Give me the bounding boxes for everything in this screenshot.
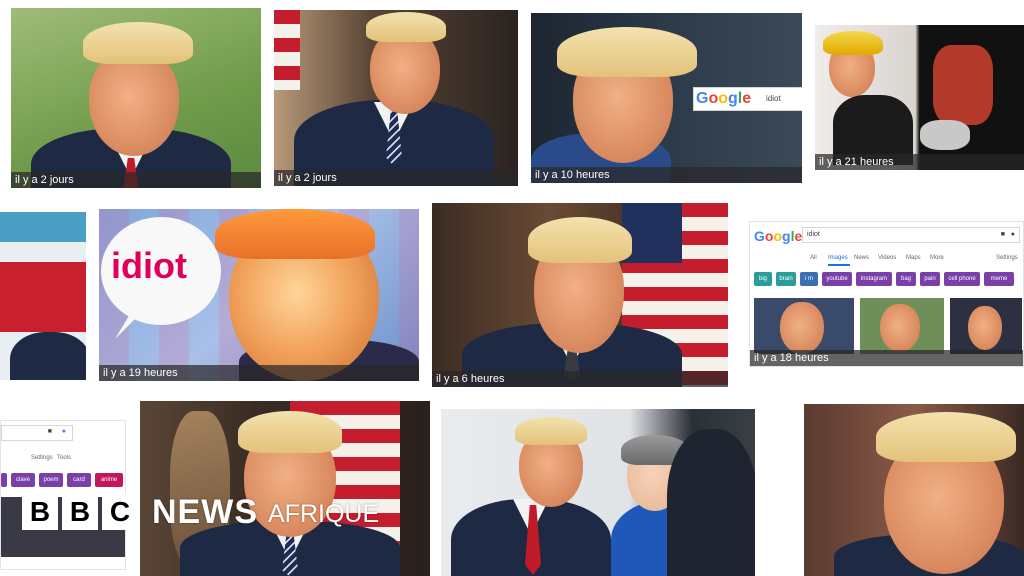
nav-more[interactable]: More (930, 255, 944, 261)
search-query: idiot (766, 94, 781, 103)
result-tile-1[interactable]: il y a 2 jours (11, 8, 261, 188)
punk-photo (815, 25, 1024, 170)
chip[interactable]: anime (95, 473, 123, 487)
result-tile-4[interactable]: il y a 21 heures (815, 25, 1024, 170)
trump-photo (804, 404, 1024, 576)
thumbnail (950, 298, 1022, 354)
chip[interactable]: clave (11, 473, 35, 487)
chip[interactable]: brain (776, 272, 796, 286)
search-input[interactable]: ■ ● (1, 425, 73, 441)
result-tile-6[interactable]: il y a 6 heures (432, 203, 728, 387)
bbc-news-afrique-logo: B B C NEWS AFRIQUE (22, 493, 379, 531)
result-time: il y a 18 heures (750, 350, 1023, 366)
nav-settings[interactable]: Settings (996, 255, 1018, 261)
camera-icon[interactable]: ■ (1001, 228, 1005, 242)
chip[interactable]: pain (920, 272, 940, 286)
partial-photo (0, 212, 86, 380)
result-time: il y a 19 heures (99, 365, 419, 381)
google-results-screenshot: Google idiot ■ ● All Images News Videos … (750, 222, 1023, 366)
result-time: il y a 6 heures (432, 371, 728, 387)
chip[interactable]: meme (984, 272, 1014, 286)
trump-photo (140, 401, 430, 576)
trump-photo (11, 8, 261, 188)
bbc-region-text: AFRIQUE (268, 499, 380, 528)
speech-bubble-text: idiot (111, 245, 187, 286)
result-tile-8[interactable] (140, 401, 430, 576)
result-tile-9[interactable] (441, 409, 755, 576)
nav-all[interactable]: All (810, 255, 817, 261)
camera-icon[interactable]: ■ (48, 428, 52, 435)
bbc-news-text: NEWS (152, 493, 258, 531)
result-time: il y a 2 jours (11, 172, 261, 188)
search-icon[interactable]: ● (62, 428, 66, 435)
result-time: il y a 10 heures (531, 167, 802, 183)
thumbnail (860, 298, 944, 354)
search-input[interactable]: Google idiot (693, 87, 802, 111)
bbc-letter: C (102, 494, 138, 530)
chip[interactable]: card (67, 473, 91, 487)
trump-photo (274, 10, 518, 186)
result-tile-3[interactable]: Google idiot il y a 10 heures (531, 13, 802, 183)
google-logo: Google (696, 90, 752, 107)
result-time: il y a 21 heures (815, 154, 1024, 170)
google-logo: Google (754, 228, 803, 244)
nav-images[interactable]: Images (828, 255, 848, 261)
grenade-heart-icon (933, 45, 993, 125)
chip[interactable] (1, 473, 7, 487)
result-tile-7[interactable]: Google idiot ■ ● All Images News Videos … (749, 221, 1024, 367)
thumbnail (754, 298, 854, 354)
chip[interactable]: big (754, 272, 772, 286)
nav-videos[interactable]: Videos (878, 255, 896, 261)
bbc-letter: B (22, 494, 58, 530)
chip[interactable]: bag (896, 272, 916, 286)
nav-maps[interactable]: Maps (906, 255, 921, 261)
result-tile-10[interactable] (804, 404, 1024, 576)
chip[interactable]: poem (39, 473, 63, 487)
chip[interactable]: instagram (856, 272, 892, 286)
bbc-letter: B (62, 494, 98, 530)
mic-icon[interactable]: ● (1011, 228, 1015, 242)
result-tile-partial-left[interactable] (0, 212, 86, 380)
nav-news[interactable]: News (854, 255, 869, 261)
result-time: il y a 2 jours (274, 170, 518, 186)
chip[interactable]: youtube (822, 272, 852, 286)
idiot-cartoon-photo: idiot (99, 209, 419, 381)
search-input[interactable]: idiot ■ ● (802, 227, 1020, 243)
chip[interactable]: i m (800, 272, 818, 286)
result-tile-5[interactable]: idiot il y a 19 heures (99, 209, 419, 381)
trump-may-photo (441, 409, 755, 576)
chip[interactable]: cell phone (944, 272, 980, 286)
trump-photo (432, 203, 728, 387)
result-tile-2[interactable]: il y a 2 jours (274, 10, 518, 186)
